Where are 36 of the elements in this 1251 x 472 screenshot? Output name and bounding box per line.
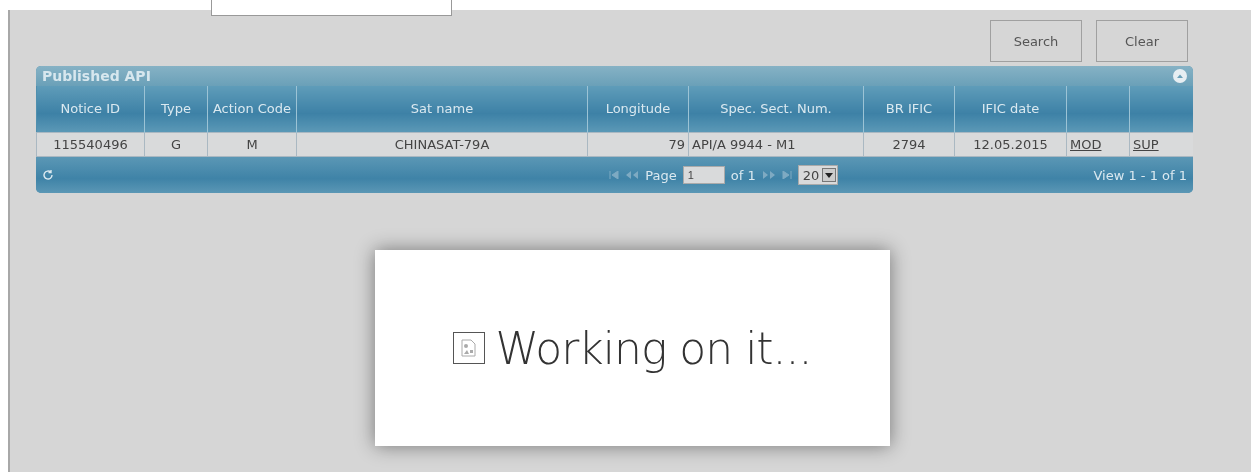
table-cell: M (207, 132, 297, 157)
refresh-icon[interactable] (42, 169, 54, 181)
column-header[interactable] (1066, 86, 1130, 133)
loading-message: Working on it... (495, 322, 812, 374)
column-header[interactable]: Sat name (296, 86, 588, 133)
document-icon (453, 332, 486, 364)
dropdown-icon (822, 168, 837, 182)
table-cell: 115540496 (36, 132, 145, 157)
table-cell: 79 (587, 132, 689, 157)
column-header[interactable]: BR IFIC (863, 86, 955, 133)
page-size-select[interactable]: 20 (797, 165, 839, 185)
previous-page-icon[interactable] (625, 171, 640, 179)
text-field[interactable] (211, 0, 452, 16)
search-button[interactable]: Search (990, 20, 1082, 62)
page-label: Page (645, 167, 677, 183)
column-header[interactable]: Longitude (587, 86, 689, 133)
table-cell: 2794 (863, 132, 955, 157)
table-cell: 12.05.2015 (954, 132, 1067, 157)
column-header[interactable]: IFIC date (954, 86, 1067, 133)
column-header[interactable]: Notice ID (36, 86, 145, 133)
table-cell: CHINASAT-79A (296, 132, 588, 157)
collapse-icon[interactable] (1173, 69, 1187, 83)
last-page-icon[interactable] (781, 171, 792, 179)
column-header[interactable]: Type (144, 86, 208, 133)
panel-title: Published API (42, 68, 151, 84)
column-header[interactable]: Spec. Sect. Num. (688, 86, 864, 133)
record-count: View 1 - 1 of 1 (1093, 167, 1187, 183)
table-cell: G (144, 132, 208, 157)
table-cell: API/A 9944 - M1 (688, 132, 864, 157)
page-input[interactable]: 1 (682, 166, 725, 184)
clear-button[interactable]: Clear (1096, 20, 1188, 62)
next-page-icon[interactable] (761, 171, 776, 179)
column-header[interactable]: Action Code (207, 86, 297, 133)
page-count: of 1 (730, 167, 756, 183)
first-page-icon[interactable] (609, 171, 620, 179)
column-header[interactable] (1129, 86, 1193, 133)
